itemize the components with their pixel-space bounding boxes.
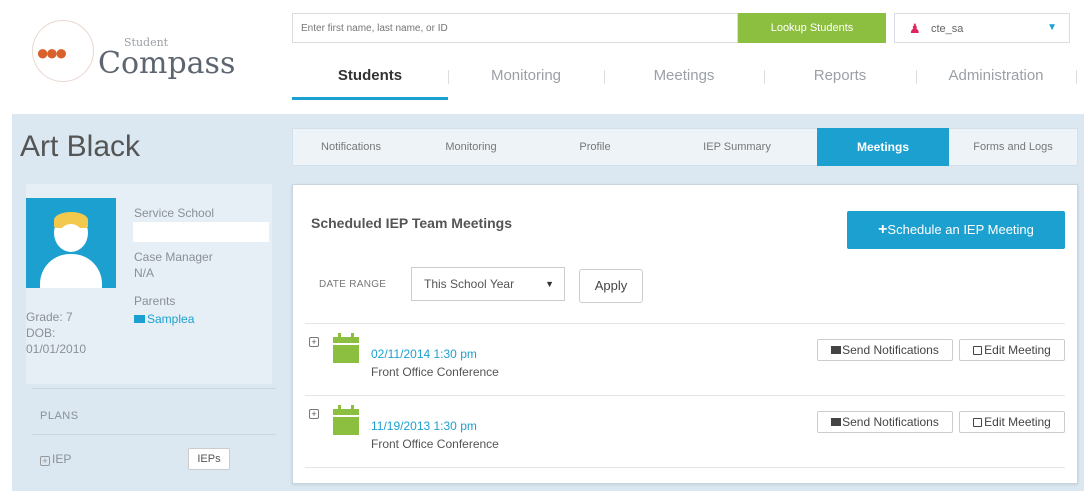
parent-email-link[interactable]: Samplea: [134, 312, 194, 326]
grade: Grade: 7: [26, 310, 73, 324]
nav-separator: [1076, 70, 1077, 84]
case-manager-label: Case Manager: [134, 250, 213, 264]
calendar-icon: [333, 333, 359, 363]
tab-iep-summary[interactable]: IEP Summary: [657, 129, 817, 165]
meeting-row: + 11/19/2013 1:30 pm Front Office Confer…: [293, 405, 1079, 465]
apply-button[interactable]: Apply: [579, 269, 643, 303]
meeting-location: Front Office Conference: [371, 365, 499, 379]
schedule-label: Schedule an IEP Meeting: [887, 222, 1034, 237]
nav-monitoring[interactable]: Monitoring: [448, 56, 604, 100]
sidebar-divider: [32, 388, 276, 389]
schedule-iep-meeting-button[interactable]: +Schedule an IEP Meeting: [847, 211, 1065, 249]
meeting-location: Front Office Conference: [371, 437, 499, 451]
iep-label: IEP: [52, 452, 72, 466]
plans-heading: PLANS: [40, 410, 79, 422]
expand-icon: +: [40, 456, 50, 466]
user-name: cte_sa: [931, 23, 964, 35]
edit-label: Edit Meeting: [984, 343, 1051, 357]
avatar-face: [59, 224, 83, 248]
send-label: Send Notifications: [842, 343, 939, 357]
ieps-button[interactable]: IEPs: [188, 448, 230, 470]
student-tabs: Notifications Monitoring Profile IEP Sum…: [292, 128, 1078, 166]
children-logo-icon: ●●●: [36, 40, 68, 65]
nav-administration[interactable]: Administration: [916, 56, 1076, 100]
student-sidebar: Art Black Service School Case Manager N/…: [12, 114, 286, 491]
meeting-date-link[interactable]: 11/19/2013 1:30 pm: [371, 419, 477, 433]
edit-label: Edit Meeting: [984, 415, 1051, 429]
edit-icon: [973, 418, 983, 427]
row-divider: [305, 467, 1065, 468]
caret-down-icon: ▼: [545, 279, 554, 289]
parents-label: Parents: [134, 294, 176, 308]
user-menu-dropdown[interactable]: ♟ cte_sa ▼: [894, 13, 1070, 43]
avatar-body: [40, 254, 102, 288]
meetings-panel: Scheduled IEP Team Meetings +Schedule an…: [292, 184, 1078, 484]
edit-meeting-button[interactable]: Edit Meeting: [959, 411, 1065, 433]
send-notifications-button[interactable]: Send Notifications: [817, 339, 953, 361]
logo-compass-text: Compass: [98, 46, 236, 81]
edit-meeting-button[interactable]: Edit Meeting: [959, 339, 1065, 361]
date-range-label: DATE RANGE: [319, 279, 387, 290]
user-icon: ♟: [909, 21, 921, 36]
lookup-students-button[interactable]: Lookup Students: [738, 13, 886, 43]
meeting-row: + 02/11/2014 1:30 pm Front Office Confer…: [293, 333, 1079, 393]
date-range-select[interactable]: This School Year ▼: [411, 267, 565, 301]
meeting-date-link[interactable]: 02/11/2014 1:30 pm: [371, 347, 477, 361]
row-divider: [305, 395, 1065, 396]
parent-name: Samplea: [147, 312, 195, 326]
case-manager-value: N/A: [134, 266, 155, 280]
calendar-icon: [333, 405, 359, 435]
tab-profile[interactable]: Profile: [533, 129, 657, 165]
student-search-input[interactable]: [292, 13, 738, 43]
service-school-label: Service School: [134, 206, 215, 220]
main-nav: Students Monitoring Meetings Reports Adm…: [292, 56, 1084, 102]
sidebar-divider: [32, 434, 276, 435]
date-range-value: This School Year: [424, 277, 515, 291]
student-compass-logo[interactable]: ●●● Student Compass: [26, 14, 246, 82]
service-school-field[interactable]: [133, 222, 269, 242]
dob-value: 01/01/2010: [26, 342, 87, 356]
dob-label: DOB:: [26, 326, 56, 340]
expand-icon[interactable]: +: [309, 337, 319, 347]
panel-title: Scheduled IEP Team Meetings: [311, 215, 512, 231]
edit-icon: [973, 346, 983, 355]
iep-plan-toggle[interactable]: + IEP: [40, 452, 71, 466]
send-notifications-button[interactable]: Send Notifications: [817, 411, 953, 433]
nav-students[interactable]: Students: [292, 56, 448, 100]
nav-meetings[interactable]: Meetings: [604, 56, 764, 100]
envelope-icon: [831, 418, 842, 426]
envelope-icon: [134, 315, 145, 323]
student-name: Art Black: [20, 130, 141, 163]
tab-monitoring[interactable]: Monitoring: [409, 129, 533, 165]
tab-meetings[interactable]: Meetings: [817, 128, 949, 166]
envelope-icon: [831, 346, 842, 354]
tab-notifications[interactable]: Notifications: [293, 129, 409, 165]
caret-down-icon: ▼: [1047, 22, 1057, 33]
tab-forms-and-logs[interactable]: Forms and Logs: [949, 129, 1077, 165]
student-avatar: [26, 198, 116, 288]
expand-icon[interactable]: +: [309, 409, 319, 419]
nav-reports[interactable]: Reports: [764, 56, 916, 100]
row-divider: [305, 323, 1065, 324]
send-label: Send Notifications: [842, 415, 939, 429]
